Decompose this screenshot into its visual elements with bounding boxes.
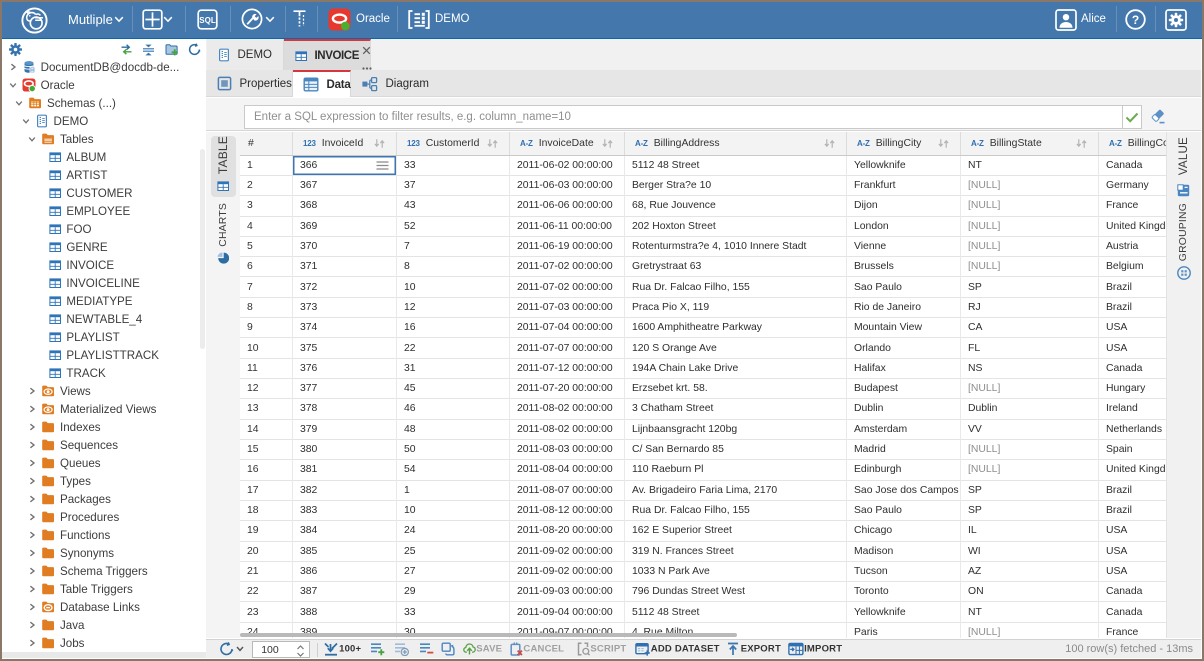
svg-text:?: ? <box>1132 13 1139 27</box>
svg-text:SQL: SQL <box>199 16 216 25</box>
